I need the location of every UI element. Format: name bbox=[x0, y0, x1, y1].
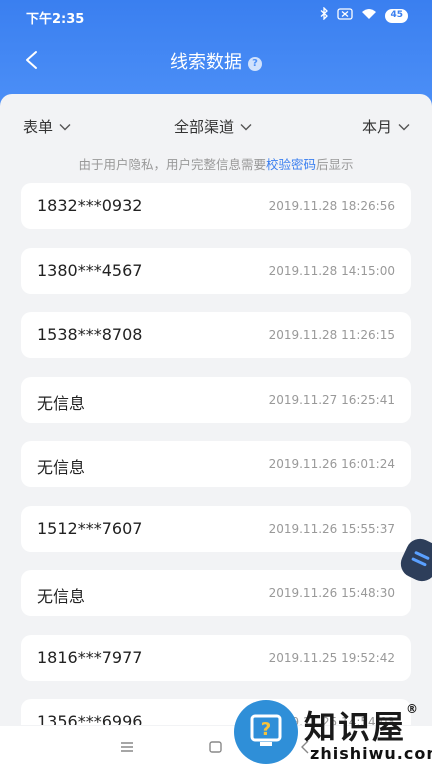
list-item[interactable]: 1356***6996 2019.11.25 14:54:03 bbox=[21, 699, 411, 725]
list-item[interactable]: 1832***0932 2019.11.28 18:26:56 bbox=[21, 183, 411, 229]
menu-icon bbox=[121, 742, 133, 752]
chevron-down-icon bbox=[59, 123, 71, 130]
filter-form-label: 表单 bbox=[23, 118, 54, 136]
record-name: 1832***0932 bbox=[37, 196, 143, 215]
battery-icon: 45 bbox=[385, 8, 408, 23]
privacy-notice-suffix: 后显示 bbox=[316, 157, 354, 172]
filter-period-dropdown[interactable]: 本月 bbox=[362, 116, 410, 137]
chevron-left-icon bbox=[301, 740, 309, 754]
nav-menu-button[interactable] bbox=[117, 738, 137, 756]
title-bar: 线索数据? bbox=[0, 40, 432, 80]
record-name: 无信息 bbox=[37, 587, 86, 606]
record-name: 1356***6996 bbox=[37, 712, 143, 725]
record-name: 无信息 bbox=[37, 393, 86, 413]
sim-icon bbox=[337, 7, 354, 24]
record-time: 2019.11.25 14:54:03 bbox=[268, 715, 395, 725]
record-time: 2019.11.26 15:55:37 bbox=[268, 521, 395, 536]
filter-period-label: 本月 bbox=[361, 118, 392, 136]
record-time: 2019.11.25 19:52:42 bbox=[268, 650, 395, 665]
nav-home-button[interactable] bbox=[206, 738, 226, 756]
privacy-notice-prefix: 由于用户隐私，用户完整信息需要 bbox=[78, 157, 266, 172]
record-name: 1816***7977 bbox=[37, 647, 143, 667]
list-item[interactable]: 无信息 2019.11.26 15:48:30 bbox=[21, 570, 411, 616]
list-item[interactable]: 1512***7607 2019.11.26 15:55:37 bbox=[21, 505, 411, 552]
status-icons: 45 bbox=[320, 6, 408, 24]
wifi-icon bbox=[361, 8, 377, 24]
bluetooth-icon bbox=[320, 6, 329, 24]
record-time: 2019.11.28 14:15:00 bbox=[268, 263, 395, 278]
record-time: 2019.11.28 11:26:15 bbox=[268, 328, 395, 342]
list-item[interactable]: 无信息 2019.11.26 16:01:24 bbox=[21, 441, 411, 487]
verify-password-link[interactable]: 校验密码 bbox=[266, 157, 316, 172]
chevron-down-icon bbox=[240, 123, 252, 130]
filter-channel-label: 全部渠道 bbox=[174, 118, 235, 136]
record-name: 1538***8708 bbox=[37, 325, 143, 344]
nav-back-button[interactable] bbox=[296, 738, 316, 756]
record-time: 2019.11.28 18:26:56 bbox=[268, 199, 395, 213]
record-time: 2019.11.27 16:25:41 bbox=[268, 392, 395, 407]
page-title-text: 线索数据 bbox=[170, 52, 242, 73]
record-name: 1380***4567 bbox=[37, 260, 143, 280]
list-item[interactable]: 1816***7977 2019.11.25 19:52:42 bbox=[21, 634, 411, 681]
chevron-down-icon bbox=[398, 123, 410, 130]
status-bar: 下午2:35 45 bbox=[0, 0, 432, 32]
record-time: 2019.11.26 16:01:24 bbox=[268, 457, 395, 471]
privacy-notice: 由于用户隐私，用户完整信息需要校验密码后显示 bbox=[0, 154, 432, 173]
record-name: 无信息 bbox=[37, 458, 86, 477]
home-square-icon bbox=[209, 741, 222, 753]
list-item[interactable]: 1538***8708 2019.11.28 11:26:15 bbox=[21, 312, 411, 358]
filter-channel-dropdown[interactable]: 全部渠道 bbox=[174, 116, 252, 137]
record-time: 2019.11.26 15:48:30 bbox=[268, 586, 395, 600]
record-name: 1512***7607 bbox=[37, 518, 143, 538]
help-icon[interactable]: ? bbox=[248, 57, 262, 71]
list-item[interactable]: 1380***4567 2019.11.28 14:15:00 bbox=[21, 247, 411, 294]
list-item[interactable]: 无信息 2019.11.27 16:25:41 bbox=[21, 376, 411, 423]
filter-form-dropdown[interactable]: 表单 bbox=[23, 116, 71, 137]
page-title: 线索数据? bbox=[0, 48, 432, 74]
content-panel: 表单 全部渠道 本月 由于用户隐私，用户完整信息需要校验密码后显示 1832**… bbox=[0, 94, 432, 768]
system-nav-bar bbox=[0, 726, 432, 768]
status-time: 下午2:35 bbox=[26, 12, 85, 27]
filter-bar: 表单 全部渠道 本月 bbox=[0, 112, 432, 142]
